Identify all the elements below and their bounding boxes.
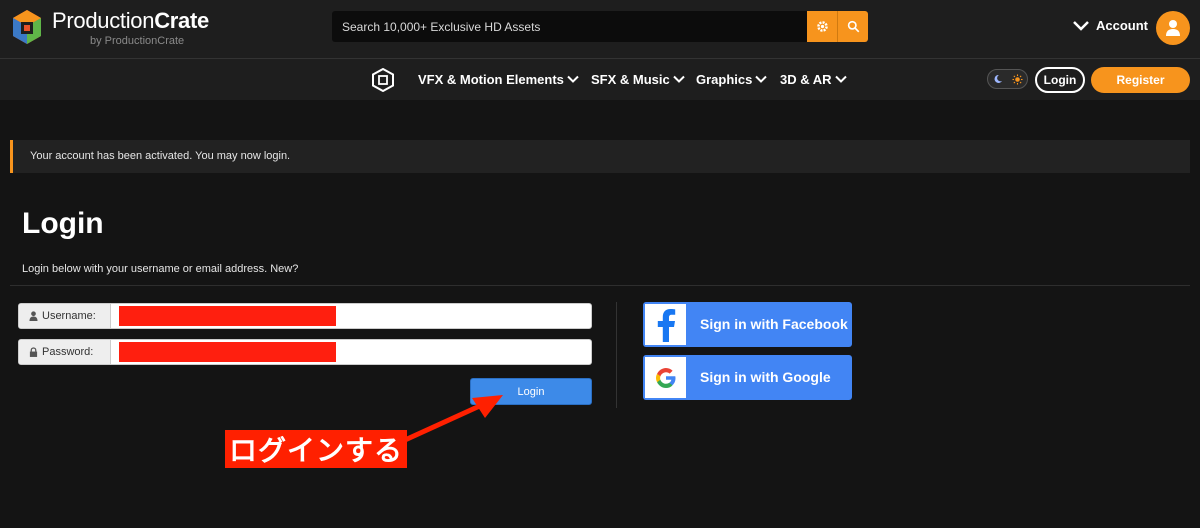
nav-item-3d-ar[interactable]: 3D & AR [780,72,847,87]
login-intro: Login below with your username or email … [22,263,299,275]
top-bar: ProductionCrate by ProductionCrate Accou… [0,0,1200,59]
facebook-signin-label: Sign in with Facebook [700,316,848,332]
register-button[interactable]: Register [1091,67,1190,93]
login-submit-button[interactable]: Login [470,378,592,405]
search-button[interactable] [838,11,868,42]
account-menu[interactable]: Account [1072,18,1148,33]
google-signin-button[interactable]: Sign in with Google [643,355,852,400]
nav-item-vfx[interactable]: VFX & Motion Elements [418,72,579,87]
account-label: Account [1096,18,1148,33]
nav-item-label: VFX & Motion Elements [418,72,564,87]
search-icon [847,20,859,33]
sun-icon [1011,73,1023,85]
annotation-label: ログインする [225,430,407,468]
redaction-bar [119,342,336,362]
nav-item-graphics[interactable]: Graphics [696,72,768,87]
search-settings-button[interactable] [807,11,838,42]
search-bar [332,11,868,42]
chevron-down-icon [755,75,768,83]
moon-icon [994,74,1002,83]
theme-toggle[interactable] [987,69,1028,89]
gear-icon [816,21,828,32]
facebook-signin-button[interactable]: Sign in with Facebook [643,302,852,347]
search-input[interactable] [332,11,802,42]
productioncrate-logo-icon[interactable] [12,9,42,45]
nav-item-label: Graphics [696,72,753,87]
nav-item-label: SFX & Music [591,72,670,87]
password-label-box: Password: [19,340,111,364]
facebook-icon-box [645,304,686,345]
password-label: Password: [42,346,94,358]
page-title: Login [22,207,104,240]
vertical-divider [616,302,617,408]
chevron-down-icon [673,75,685,83]
google-signin-label: Sign in with Google [700,369,831,385]
avatar[interactable] [1156,11,1190,45]
password-field: Password: [18,339,592,365]
redaction-bar [119,306,336,326]
username-field: Username: [18,303,592,329]
nav-item-label: 3D & AR [780,72,832,87]
brand-name-strong: Crate [154,8,209,33]
header-login-button[interactable]: Login [1035,67,1085,93]
lock-icon [29,347,38,357]
facebook-icon [657,308,675,342]
chevron-down-icon [834,75,847,83]
brand-name[interactable]: ProductionCrate [52,8,209,34]
username-label: Username: [42,310,96,322]
brand-name-light: Production [52,8,155,33]
user-icon [1166,20,1180,36]
chevron-down-icon [1073,20,1089,31]
google-icon [655,367,675,388]
activation-alert: Your account has been activated. You may… [10,140,1190,173]
crate-icon[interactable] [372,68,394,92]
chevron-down-icon [567,75,579,83]
user-icon [29,311,38,321]
divider [10,285,1190,286]
nav-item-sfx-music[interactable]: SFX & Music [591,72,685,87]
username-label-box: Username: [19,304,111,328]
brand-subtitle: by ProductionCrate [90,35,185,47]
google-icon-box [645,357,686,398]
alert-message: Your account has been activated. You may… [30,150,291,162]
